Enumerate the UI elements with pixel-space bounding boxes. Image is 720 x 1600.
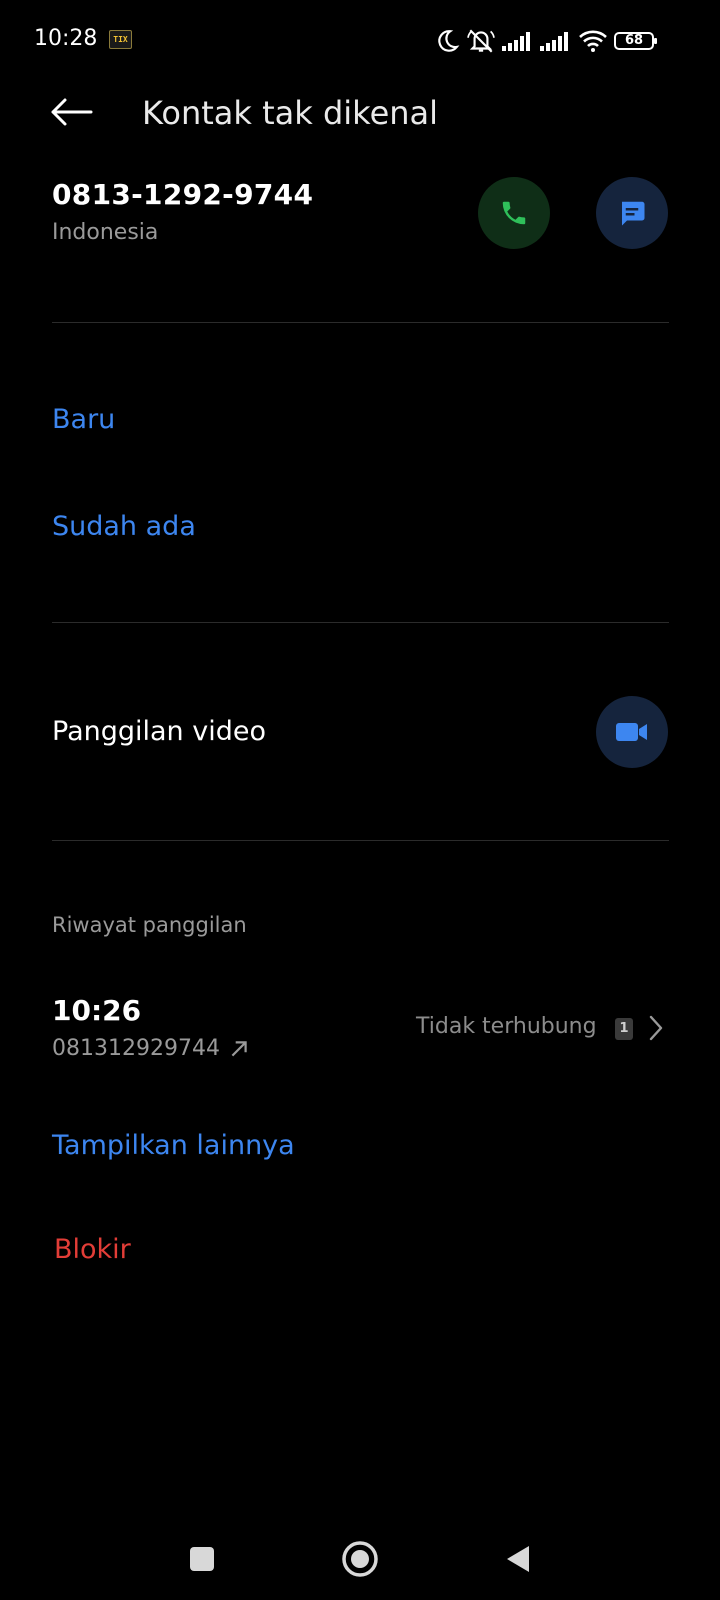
phone-icon [502,201,526,225]
block-button[interactable]: Blokir [54,1234,131,1265]
new-contact-button[interactable]: Baru [52,404,115,435]
video-call-label: Panggilan video [52,716,266,747]
call-history-number: 081312929744 [52,1036,220,1061]
outgoing-call-arrow-icon [231,1040,247,1056]
back-button[interactable] [46,92,96,132]
divider [52,322,669,323]
bell-off-icon [467,29,495,53]
back-nav-button[interactable] [494,1535,542,1583]
signal-icon [502,32,530,51]
contact-country: Indonesia [52,220,159,245]
call-history-time: 10:26 [52,994,142,1027]
square-icon [190,1547,214,1571]
call-history-status: Tidak terhubung [416,1014,597,1039]
call-history-number-row: 081312929744 [52,1036,250,1061]
call-button[interactable] [478,177,550,249]
wifi-icon [579,30,607,52]
existing-contact-button[interactable]: Sudah ada [52,511,196,542]
contact-number: 0813-1292-9744 [52,178,314,211]
signal-icon [540,32,568,51]
chevron-right-icon [648,1014,664,1046]
recent-apps-button[interactable] [178,1535,226,1583]
divider [52,622,669,623]
battery-icon: 68 [614,32,657,50]
status-time: 10:28 [34,26,98,51]
page-title: Kontak tak dikenal [142,94,439,132]
notification-badge-icon: TIX [109,30,132,49]
show-more-button[interactable]: Tampilkan lainnya [52,1130,295,1161]
message-icon [622,201,645,226]
message-button[interactable] [596,177,668,249]
video-camera-icon [616,723,647,741]
moon-icon [438,30,460,52]
triangle-back-icon [507,1546,529,1572]
home-button[interactable] [336,1535,384,1583]
home-circle-icon [342,1541,378,1577]
status-icons: 68 [434,26,657,56]
sim-card-icon: 1 [615,1018,633,1040]
call-history-section-label: Riwayat panggilan [52,913,247,937]
video-call-button[interactable] [596,696,668,768]
back-arrow-icon [51,98,93,126]
divider [52,840,669,841]
